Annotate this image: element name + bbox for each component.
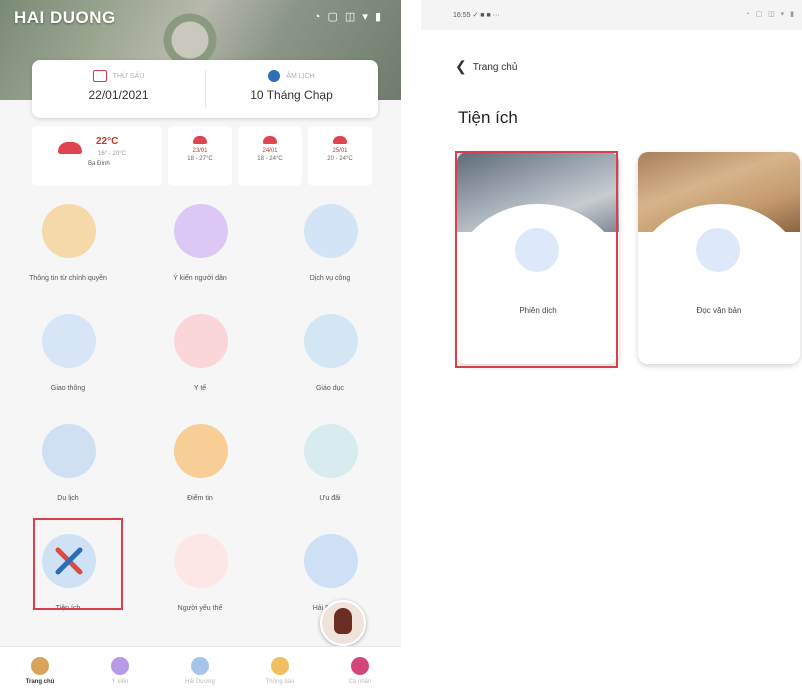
app-logo: HAI DUONG bbox=[14, 8, 116, 27]
card-label: Đọc văn bản bbox=[696, 306, 742, 315]
chevron-left-icon: ❮ bbox=[455, 58, 467, 74]
assistant-avatar[interactable] bbox=[320, 600, 366, 646]
forecast-day: 23/01 18 - 27°C bbox=[168, 126, 232, 186]
rain-cloud-icon bbox=[333, 136, 347, 144]
forecast-day: 24/01 18 - 24°C bbox=[238, 126, 302, 186]
solar-date-value: 22/01/2021 bbox=[88, 88, 149, 102]
grid-item-label: Dịch vụ công bbox=[309, 275, 351, 282]
solar-date: THỨ SÁU 22/01/2021 bbox=[32, 60, 205, 118]
grid-item-label: Người yếu thế bbox=[177, 605, 223, 612]
grid-item-label: Du lịch bbox=[57, 495, 79, 502]
grid-item-label: Thông tin từ chính quyền bbox=[29, 275, 107, 282]
grid-item-label: Y tế bbox=[193, 385, 207, 392]
forecast-day: 25/01 20 - 24°C bbox=[308, 126, 372, 186]
today-range: 16° - 20°C bbox=[98, 151, 126, 157]
card-read-document[interactable]: Đọc văn bản bbox=[638, 152, 800, 364]
grid-item-government-info[interactable]: Thông tin từ chính quyền bbox=[8, 196, 128, 306]
nav-label: Cá nhân bbox=[348, 679, 372, 685]
feedback-icon bbox=[111, 657, 129, 675]
nav-hai-duong[interactable]: Hải Dương bbox=[160, 657, 240, 685]
grid-item-citizen-feedback[interactable]: Ý kiến người dân bbox=[140, 196, 260, 306]
weather-widget[interactable]: 22°C 16° - 20°C Ba Đình 23/01 18 - 27°C … bbox=[32, 126, 378, 186]
current-temperature: 22°C bbox=[96, 136, 119, 147]
grid-item-education[interactable]: Giáo dục bbox=[270, 306, 390, 416]
rain-cloud-icon bbox=[263, 136, 277, 144]
feedback-icon bbox=[174, 204, 228, 258]
grid-item-health[interactable]: Y tế bbox=[140, 306, 260, 416]
status-bar: 16:55 ✓ ■ ■ ··· ◔ ▢ ◫ ▾ ▮ bbox=[421, 0, 802, 30]
grid-item-traffic[interactable]: Giao thông bbox=[8, 306, 128, 416]
forecast-range: 18 - 24°C bbox=[257, 156, 283, 162]
grid-item-label: Giáo dục bbox=[315, 385, 345, 392]
graduation-cap-icon bbox=[304, 314, 358, 368]
back-button[interactable]: ❮ Trang chủ bbox=[455, 58, 517, 75]
newspaper-icon bbox=[174, 424, 228, 478]
cards-icon bbox=[304, 204, 358, 258]
home-screen: HAI DUONG ◔ ▢ ◫ ▾ ▮ THỨ SÁU 22/01/2021 Â… bbox=[0, 0, 401, 696]
grid-item-news[interactable]: Điểm tin bbox=[140, 416, 260, 526]
forecast-range: 18 - 27°C bbox=[187, 156, 213, 162]
rain-cloud-icon bbox=[58, 142, 82, 154]
status-bar-icons: ◔ ▢ ◫ ▾ ▮ bbox=[313, 11, 383, 23]
back-label: Trang chủ bbox=[472, 62, 518, 73]
nav-feedback[interactable]: Ý kiến bbox=[80, 657, 160, 685]
nav-profile[interactable]: Cá nhân bbox=[320, 657, 400, 685]
solar-date-label: THỨ SÁU bbox=[112, 72, 145, 80]
forecast-date: 24/01 bbox=[262, 148, 278, 154]
lunar-date-label: ÂM LỊCH bbox=[286, 72, 315, 80]
grid-item-label: Ưu đãi bbox=[319, 495, 341, 502]
lunar-date: ÂM LỊCH 10 Tháng Chạp bbox=[205, 60, 378, 118]
nav-label: Thông báo bbox=[265, 679, 295, 685]
grid-item-public-services[interactable]: Dịch vụ công bbox=[270, 196, 390, 306]
calendar-icon bbox=[92, 70, 107, 82]
highlight-utilities bbox=[33, 518, 123, 610]
forecast-date: 25/01 bbox=[332, 148, 348, 154]
bottom-nav: Trang chủ Ý kiến Hải Dương Thông báo Cá … bbox=[0, 646, 401, 696]
status-time: 16:55 ✓ ■ ■ ··· bbox=[453, 12, 500, 19]
rain-cloud-icon bbox=[193, 136, 207, 144]
heart-icon bbox=[174, 314, 228, 368]
shopping-bag-icon bbox=[304, 424, 358, 478]
luggage-icon bbox=[42, 424, 96, 478]
user-icon bbox=[351, 657, 369, 675]
highlight-translate bbox=[455, 151, 618, 368]
grid-item-offers[interactable]: Ưu đãi bbox=[270, 416, 390, 526]
forecast-range: 20 - 24°C bbox=[327, 156, 353, 162]
grid-item-label: Giao thông bbox=[50, 385, 86, 392]
lunar-date-value: 10 Tháng Chạp bbox=[250, 88, 333, 102]
status-bar-icons: ◔ ▢ ◫ ▾ ▮ bbox=[745, 11, 796, 18]
page-title: Tiện ích bbox=[458, 108, 518, 127]
globe-icon bbox=[191, 657, 209, 675]
nav-label: Hải Dương bbox=[185, 679, 215, 685]
grid-item-vulnerable-people[interactable]: Người yếu thế bbox=[140, 526, 260, 636]
bell-icon bbox=[42, 204, 96, 258]
nav-home[interactable]: Trang chủ bbox=[0, 657, 80, 685]
grid-item-label: Ý kiến người dân bbox=[173, 275, 227, 282]
weather-today: 22°C 16° - 20°C Ba Đình bbox=[32, 126, 162, 186]
forecast-date: 23/01 bbox=[192, 148, 208, 154]
moon-icon bbox=[268, 70, 281, 82]
map-icon bbox=[304, 534, 358, 588]
home-icon bbox=[31, 657, 49, 675]
nav-notifications[interactable]: Thông báo bbox=[240, 657, 320, 685]
weather-location: Ba Đình bbox=[88, 161, 110, 167]
calendar-card[interactable]: THỨ SÁU 22/01/2021 ÂM LỊCH 10 Tháng Chạp bbox=[32, 60, 378, 118]
nav-label: Trang chủ bbox=[25, 679, 55, 685]
grid-item-travel[interactable]: Du lịch bbox=[8, 416, 128, 526]
bell-icon bbox=[271, 657, 289, 675]
document-scan-icon bbox=[696, 228, 740, 272]
nav-label: Ý kiến bbox=[111, 679, 129, 685]
grid-item-label: Điểm tin bbox=[187, 495, 213, 502]
heart-hand-icon bbox=[174, 534, 228, 588]
traffic-light-icon bbox=[42, 314, 96, 368]
